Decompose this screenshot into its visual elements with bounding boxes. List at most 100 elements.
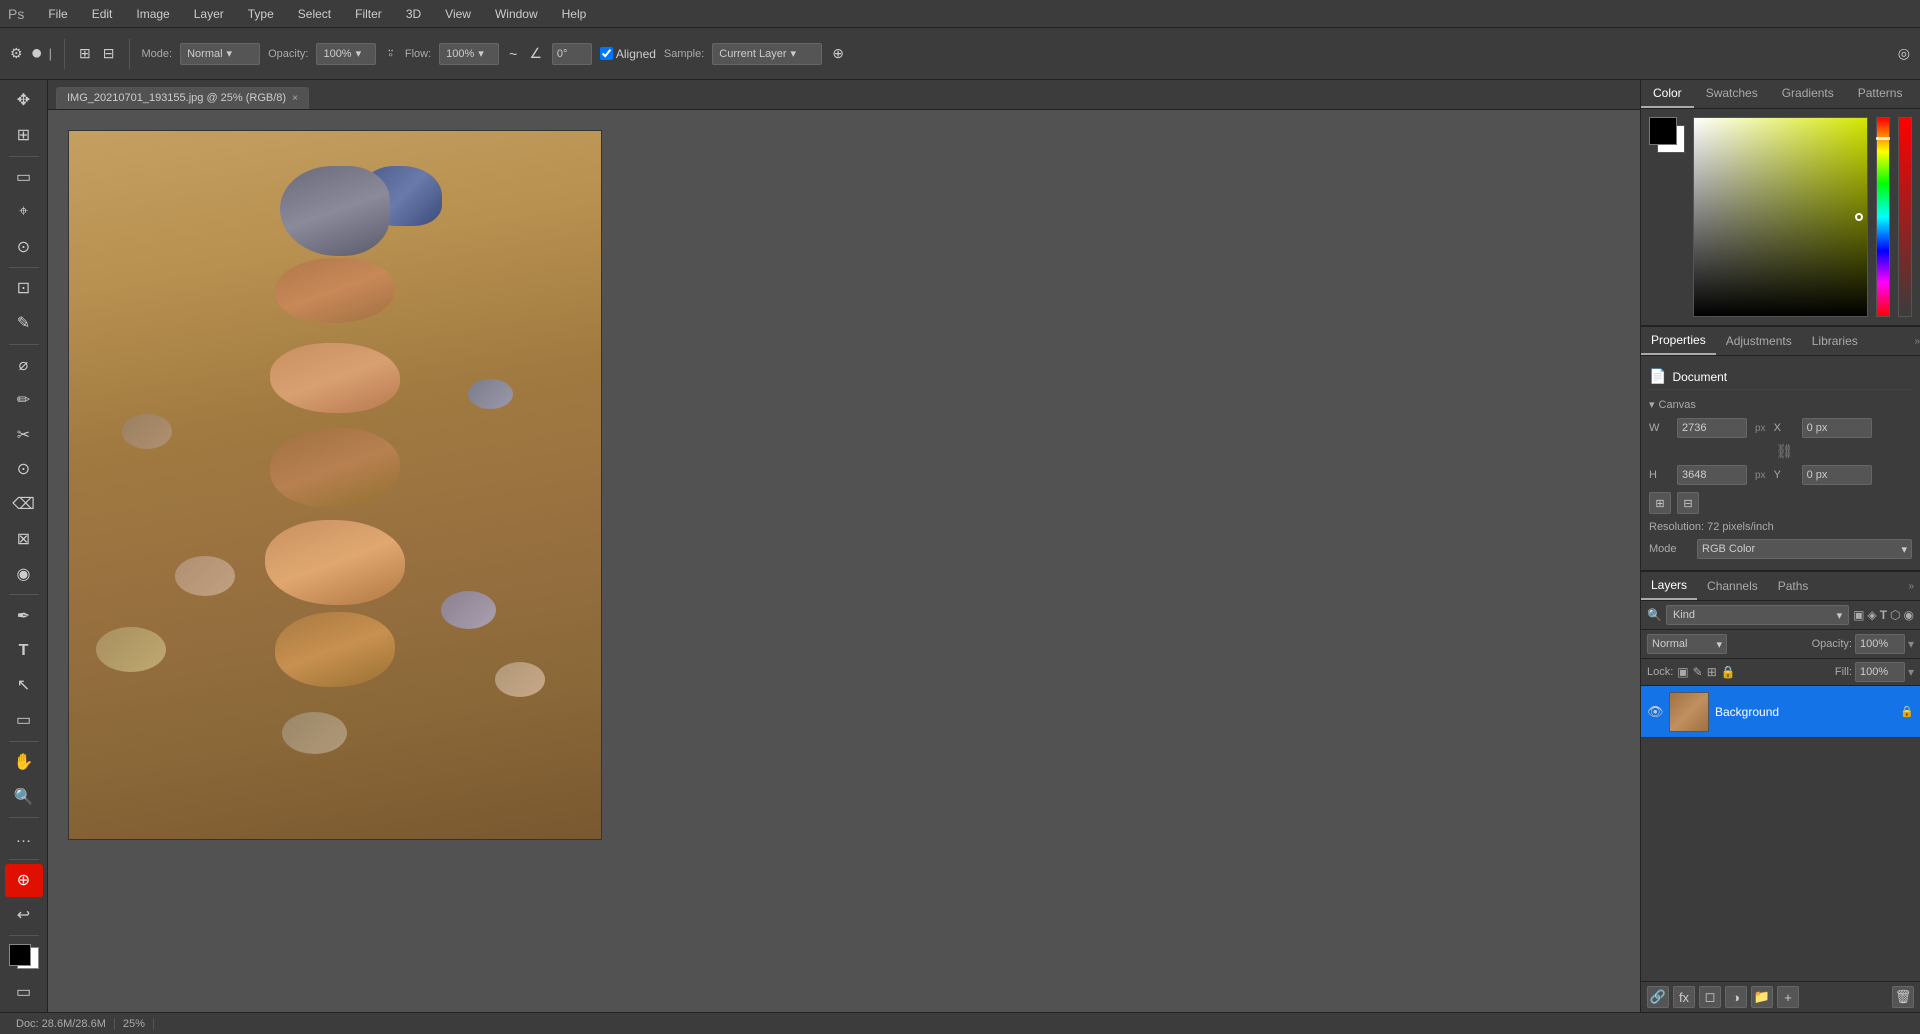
marquee-rect-tool[interactable]: ▭ <box>5 161 43 194</box>
layers-filter-dropdown[interactable]: Kind ▾ <box>1666 605 1849 625</box>
blur-tool[interactable]: ◉ <box>5 558 43 591</box>
tab-channels[interactable]: Channels <box>1697 573 1768 599</box>
tab-swatches[interactable]: Swatches <box>1694 80 1770 108</box>
opacity-dropdown[interactable]: 100% ▾ <box>316 43 376 65</box>
layer-item[interactable]: 👁 Background 🔒 <box>1641 686 1920 738</box>
pen-tool[interactable]: ✒ <box>5 599 43 632</box>
menu-window[interactable]: Window <box>491 5 542 23</box>
y-input[interactable] <box>1802 465 1872 485</box>
lock-all-icon[interactable]: 🔒 <box>1721 665 1736 679</box>
foreground-color-swatch[interactable] <box>9 944 31 966</box>
airbrush-icon[interactable]: ⍤ <box>384 43 396 64</box>
delete-layer-btn[interactable]: 🗑 <box>1892 986 1914 1008</box>
new-layer-btn[interactable]: + <box>1777 986 1799 1008</box>
lock-position-icon[interactable]: ✎ <box>1693 665 1703 679</box>
brush-tool[interactable]: ✏ <box>5 383 43 416</box>
more-tools-btn[interactable]: … <box>5 822 43 855</box>
tab-color[interactable]: Color <box>1641 80 1694 108</box>
fg-bg-colors[interactable] <box>5 940 43 973</box>
mode-dropdown-prop[interactable]: RGB Color ▾ <box>1697 539 1912 559</box>
alpha-bar-container[interactable] <box>1898 117 1912 317</box>
filter-smart-icon[interactable]: ◉ <box>1904 608 1914 622</box>
fill-input[interactable] <box>1855 662 1905 682</box>
tab-adjustments[interactable]: Adjustments <box>1716 328 1802 354</box>
link-layers-btn[interactable]: 🔗 <box>1647 986 1669 1008</box>
tab-close-btn[interactable]: × <box>292 93 298 104</box>
blend-mode-dropdown[interactable]: Normal ▾ <box>1647 634 1727 654</box>
menu-3d[interactable]: 3D <box>402 5 425 23</box>
tab-properties[interactable]: Properties <box>1641 327 1716 355</box>
angle-icon[interactable]: ∠ <box>527 43 544 64</box>
type-tool[interactable]: T <box>5 634 43 667</box>
zoom-tool[interactable]: 🔍 <box>5 780 43 813</box>
brush-toggle-icon[interactable]: ⊞ <box>77 43 93 64</box>
path-select-tool[interactable]: ↖ <box>5 669 43 702</box>
lock-artboard-icon[interactable]: ⊞ <box>1707 665 1717 679</box>
layer-style-btn[interactable]: fx <box>1673 986 1695 1008</box>
menu-help[interactable]: Help <box>558 5 591 23</box>
filter-shape-icon[interactable]: ⬡ <box>1890 608 1900 622</box>
hue-bar-container[interactable] <box>1876 117 1890 317</box>
color-gradient-box[interactable] <box>1693 117 1868 317</box>
hand-tool[interactable]: ✋ <box>5 745 43 778</box>
menu-image[interactable]: Image <box>132 5 173 23</box>
brush-size-icon[interactable]: ● <box>29 40 45 67</box>
mode-dropdown[interactable]: Normal ▾ <box>180 43 260 65</box>
menu-select[interactable]: Select <box>294 5 335 23</box>
properties-collapse-icon[interactable]: » <box>1914 336 1920 347</box>
link-proportions-icon[interactable]: ⛓ <box>1776 443 1794 460</box>
crop-tool[interactable]: ⊡ <box>5 272 43 305</box>
x-input[interactable] <box>1802 418 1872 438</box>
filter-adjust-icon[interactable]: ◈ <box>1867 608 1876 622</box>
menu-filter[interactable]: Filter <box>351 5 386 23</box>
landscape-btn[interactable]: ⊞ <box>1649 492 1671 514</box>
quick-select-tool[interactable]: ⊙ <box>5 230 43 263</box>
tab-libraries[interactable]: Libraries <box>1802 328 1868 354</box>
opacity-input-layers[interactable] <box>1855 634 1905 654</box>
sample-dropdown[interactable]: Current Layer ▾ <box>712 43 822 65</box>
filter-text-icon[interactable]: T <box>1880 608 1887 622</box>
lasso-tool[interactable]: ⌖ <box>5 195 43 228</box>
move-tool[interactable]: ✥ <box>5 84 43 117</box>
history-brush-tool[interactable]: ⊙ <box>5 453 43 486</box>
lock-pixels-icon[interactable]: ▣ <box>1677 665 1688 679</box>
layer-mask-btn[interactable]: ◻ <box>1699 986 1721 1008</box>
fill-stepper-icon[interactable]: ▾ <box>1908 665 1914 679</box>
filter-pixel-icon[interactable]: ▣ <box>1853 608 1864 622</box>
tab-paths[interactable]: Paths <box>1768 573 1819 599</box>
tab-patterns[interactable]: Patterns <box>1846 80 1915 108</box>
artboard-tool[interactable]: ⊞ <box>5 119 43 152</box>
sample-all-icon[interactable]: ⊕ <box>830 43 846 64</box>
smoothing-icon[interactable]: ~ <box>507 44 519 64</box>
menu-layer[interactable]: Layer <box>190 5 228 23</box>
menu-view[interactable]: View <box>441 5 475 23</box>
clone-stamp-tool[interactable]: ✂ <box>5 418 43 451</box>
tool-preset-icon[interactable]: ⚙ <box>8 43 25 64</box>
tab-layers[interactable]: Layers <box>1641 572 1697 600</box>
flow-dropdown[interactable]: 100% ▾ <box>439 43 499 65</box>
target-icon[interactable]: ◎ <box>1896 43 1912 64</box>
new-group-btn[interactable]: 📁 <box>1751 986 1773 1008</box>
opacity-stepper-icon[interactable]: ▾ <box>1908 637 1914 651</box>
spot-heal-tool[interactable]: ⌀ <box>5 348 43 381</box>
menu-edit[interactable]: Edit <box>88 5 117 23</box>
tab-gradients[interactable]: Gradients <box>1770 80 1846 108</box>
smudge-tool[interactable]: ↩ <box>5 899 43 932</box>
eyedropper-tool[interactable]: ✎ <box>5 307 43 340</box>
layer-visibility-toggle[interactable]: 👁 <box>1647 704 1663 720</box>
aligned-checkbox[interactable] <box>600 47 613 60</box>
canvas-section-header[interactable]: ▾ Canvas <box>1649 394 1912 415</box>
menu-file[interactable]: File <box>44 5 71 23</box>
color-fg-swatch[interactable] <box>1649 117 1677 145</box>
canvas-scroll[interactable] <box>48 110 1640 1012</box>
width-input[interactable] <box>1677 418 1747 438</box>
brush-settings-icon[interactable]: ⊟ <box>101 43 117 64</box>
layers-collapse-icon[interactable]: » <box>1908 581 1920 592</box>
healing-brush-active[interactable]: ⊕ <box>5 864 43 897</box>
portrait-btn[interactable]: ⊟ <box>1677 492 1699 514</box>
new-fill-btn[interactable]: ◑ <box>1725 986 1747 1008</box>
gradient-tool[interactable]: ⊠ <box>5 523 43 556</box>
angle-input[interactable] <box>552 43 592 65</box>
menu-type[interactable]: Type <box>244 5 278 23</box>
height-input[interactable] <box>1677 465 1747 485</box>
